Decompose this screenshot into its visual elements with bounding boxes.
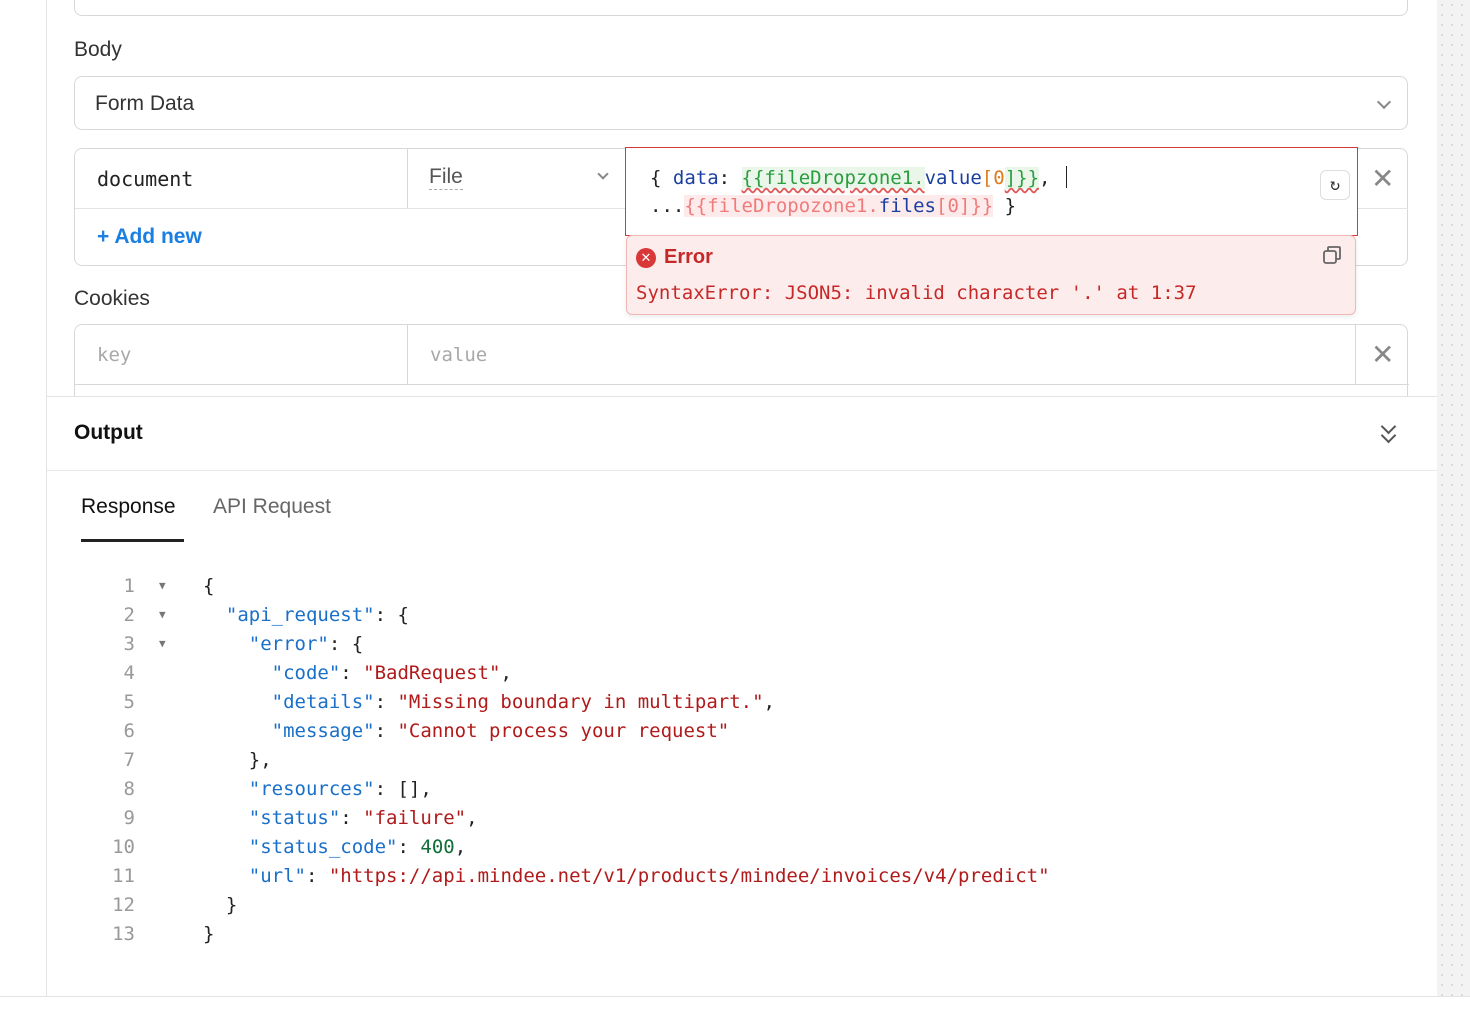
code-line: 1 ▼ { — [47, 575, 1347, 604]
code-text: "message": "Cannot process your request" — [271, 720, 730, 742]
text-caret — [1066, 166, 1068, 188]
line-number: 9 — [123, 807, 135, 829]
chevron-down-icon — [1376, 94, 1392, 110]
code-line: 8 "resources": [], — [47, 778, 1347, 807]
code-line: 2 ▼ "api_request": { — [47, 604, 1347, 633]
code-line-1: { data: {{fileDropzone1.value[0]}}, — [650, 166, 1068, 189]
line-number: 6 — [123, 720, 135, 742]
code-line: 12 } — [47, 894, 1347, 923]
code-text: } — [203, 923, 215, 945]
code-text: "error": { — [248, 633, 364, 655]
code-text: "url": "https://api.mindee.net/v1/produc… — [248, 865, 1050, 887]
body-type-select[interactable]: Form Data — [74, 76, 1408, 130]
output-title: Output — [74, 421, 143, 444]
code-line: 4 "code": "BadRequest", — [47, 662, 1347, 691]
line-number: 7 — [123, 749, 135, 771]
line-number: 12 — [112, 894, 135, 916]
form-key-input[interactable]: document — [97, 167, 193, 191]
form-value-code-input[interactable]: { data: {{fileDropzone1.value[0]}}, ...{… — [625, 147, 1358, 236]
line-number: 11 — [112, 865, 135, 887]
error-title: Error — [664, 246, 713, 268]
bottom-bar — [0, 996, 1470, 1016]
chevron-down-icon[interactable] — [597, 168, 609, 180]
code-text: "details": "Missing boundary in multipar… — [271, 691, 775, 713]
row-divider — [1358, 208, 1408, 209]
output-divider — [47, 470, 1437, 471]
remove-row-close-icon[interactable]: ✕ — [1371, 165, 1394, 193]
code-line: 10 "status_code": 400, — [47, 836, 1347, 865]
code-text: "api_request": { — [225, 604, 409, 626]
line-number: 13 — [112, 923, 135, 945]
code-line: 11 "url": "https://api.mindee.net/v1/pro… — [47, 865, 1347, 894]
form-type-select[interactable]: File — [429, 165, 463, 190]
code-line: 3 ▼ "error": { — [47, 633, 1347, 662]
error-circle-icon: ✕ — [636, 248, 656, 268]
active-tab-indicator — [81, 539, 184, 542]
code-line: 5 "details": "Missing boundary in multip… — [47, 691, 1347, 720]
remove-cookie-close-icon[interactable]: ✕ — [1371, 341, 1394, 369]
code-text: } — [225, 894, 238, 916]
error-popup: ✕ Error SyntaxError: JSON5: invalid char… — [626, 235, 1356, 315]
code-line: 9 "status": "failure", — [47, 807, 1347, 836]
line-number: 3 — [123, 633, 135, 655]
tab-response[interactable]: Response — [81, 495, 176, 519]
row-divider — [75, 208, 625, 209]
line-number: 5 — [123, 691, 135, 713]
code-line-2: ...{{fileDropozone1.files[0]}} } — [650, 195, 1017, 217]
column-divider — [407, 325, 408, 384]
body-section-label: Body — [74, 38, 122, 61]
code-line: 7 }, — [47, 749, 1347, 778]
tab-api-request[interactable]: API Request — [213, 495, 331, 519]
code-text: "resources": [], — [248, 778, 432, 800]
code-text: }, — [248, 749, 272, 771]
reformat-icon[interactable]: ↻ — [1320, 170, 1350, 200]
cookies-table: key value ✕ — [74, 324, 1409, 404]
error-message: SyntaxError: JSON5: invalid character '.… — [636, 282, 1197, 304]
code-text: "status_code": 400, — [248, 836, 467, 858]
code-text: "code": "BadRequest", — [271, 662, 512, 684]
body-type-value: Form Data — [95, 92, 195, 115]
add-new-button[interactable]: + Add new — [97, 225, 202, 249]
line-number: 8 — [123, 778, 135, 800]
row-divider — [75, 384, 1409, 385]
line-number: 4 — [123, 662, 135, 684]
line-number: 1 — [123, 575, 135, 597]
code-text: { — [203, 575, 215, 597]
copy-icon[interactable] — [1321, 244, 1343, 266]
column-divider — [1355, 325, 1356, 384]
fold-triangle-icon[interactable]: ▼ — [159, 608, 166, 621]
output-panel: Output Response API Request 1 ▼ {2 ▼ "api_r… — [47, 396, 1437, 996]
right-gutter — [1437, 0, 1470, 996]
double-chevron-down-icon[interactable] — [1379, 418, 1399, 447]
previous-field-box[interactable] — [74, 0, 1408, 16]
fold-triangle-icon[interactable]: ▼ — [159, 637, 166, 650]
cookies-section-label: Cookies — [74, 287, 150, 310]
cookie-value-input[interactable]: value — [430, 344, 487, 366]
line-number: 2 — [123, 604, 135, 626]
code-line: 6 "message": "Cannot process your reques… — [47, 720, 1347, 749]
fold-triangle-icon[interactable]: ▼ — [159, 579, 166, 592]
code-line: 13} — [47, 923, 1347, 952]
cookie-key-input[interactable]: key — [97, 344, 131, 366]
line-number: 10 — [112, 836, 135, 858]
column-divider — [407, 149, 408, 208]
code-text: "status": "failure", — [248, 807, 478, 829]
